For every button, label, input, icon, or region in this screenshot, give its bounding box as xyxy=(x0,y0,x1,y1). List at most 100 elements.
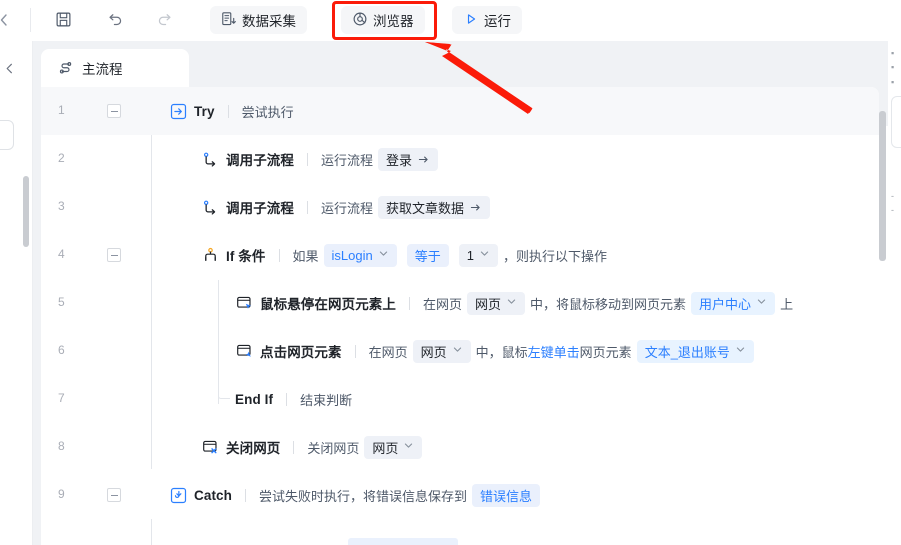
row-collapse-toggle[interactable] xyxy=(107,488,121,502)
close-webpage-icon xyxy=(201,438,219,456)
enter-arrow-icon xyxy=(469,201,482,214)
save-floppy-icon xyxy=(55,11,72,31)
description-text: 结束判断 xyxy=(300,392,353,408)
right-rail: ▪ ▪ ▪ -- xyxy=(879,41,901,545)
tab-main-flow[interactable]: 主流程 xyxy=(41,49,189,87)
description-text: 中，将鼠标移动到网页元素 xyxy=(530,296,687,312)
row-number: 3 xyxy=(58,199,65,213)
description-text: 在网页 xyxy=(368,344,408,360)
parameter-chip-label: 网页 xyxy=(475,296,502,312)
data-collect-label: 数据采集 xyxy=(242,14,296,29)
description-text: 在网页 xyxy=(423,296,463,312)
parameter-chip[interactable]: 网页 xyxy=(467,291,526,315)
description-text: ，则执行以下操作 xyxy=(502,248,607,264)
app-window: 数据采集 浏览器 运行 主流程 1 Try 尝试执行 2 调用子流程 运行流程 … xyxy=(0,0,901,545)
data-collect-button[interactable]: 数据采集 xyxy=(210,6,307,34)
left-panel-collapse-icon[interactable] xyxy=(3,62,16,75)
row-gutter: 8 xyxy=(41,423,131,471)
flow-row[interactable]: 1 Try 尝试执行 xyxy=(41,87,879,135)
node-separator xyxy=(307,152,308,166)
node-separator xyxy=(245,488,247,502)
flow-node-description: 尝试失败时执行，将错误信息保存到 错误信息 xyxy=(259,483,545,507)
flow-node-name: End If xyxy=(235,391,274,407)
flow-rows-panel: 1 Try 尝试执行 2 调用子流程 运行流程 登录 3 调用子流程 运行流程 获取文章数据 4 If … xyxy=(41,87,879,545)
parameter-chip[interactable]: 错误信息 xyxy=(472,483,541,507)
description-text: 关闭网页 xyxy=(307,440,360,456)
flow-node[interactable]: If 条件 如果 isLogin 等于 1 ，则执行以下操作 xyxy=(201,231,607,279)
flow-node-name: 点击网页元素 xyxy=(260,345,342,360)
flow-row[interactable]: 4 If 条件 如果 isLogin 等于 1 ，则执行以下操作 xyxy=(41,231,879,279)
parameter-chip[interactable]: 获取文章数据 xyxy=(378,195,491,219)
enter-arrow-icon xyxy=(417,153,430,166)
save-button[interactable] xyxy=(48,6,78,36)
redo-button[interactable] xyxy=(150,6,180,36)
row-number: 5 xyxy=(58,295,65,309)
run-button[interactable]: 运行 xyxy=(452,6,522,34)
parameter-chip[interactable]: 等于 xyxy=(406,243,449,267)
flow-vertical-scrollbar[interactable] xyxy=(879,111,886,261)
row-number: 9 xyxy=(58,487,65,501)
row-number: 1 xyxy=(58,103,65,117)
parameter-chip[interactable]: 1 xyxy=(458,243,498,267)
flow-node[interactable]: 调用子流程 运行流程 获取文章数据 xyxy=(201,183,495,231)
left-rail xyxy=(0,41,33,545)
tree-elbow-endif xyxy=(218,391,230,399)
toolbar-collapse-left-icon[interactable] xyxy=(0,12,12,28)
flow-node[interactable]: 关闭网页 关闭网页 网页 xyxy=(201,423,427,471)
undo-button[interactable] xyxy=(100,6,130,36)
flow-row[interactable]: 9 Catch 尝试失败时执行，将错误信息保存到 错误信息 xyxy=(41,471,879,519)
row-gutter: 7 xyxy=(41,375,131,423)
web-element-click-icon xyxy=(235,342,253,360)
flow-row[interactable]: 5 鼠标悬停在网页元素上 在网页 网页 中，将鼠标移动到网页元素 用户中心 上 xyxy=(41,279,879,327)
play-triangle-icon xyxy=(463,11,479,30)
row-collapse-toggle[interactable] xyxy=(107,248,121,262)
flow-node-name: Catch xyxy=(194,487,233,503)
flow-node[interactable]: Catch 尝试失败时执行，将错误信息保存到 错误信息 xyxy=(169,471,545,519)
run-label: 运行 xyxy=(484,14,511,29)
flow-node-description: 运行流程 获取文章数据 xyxy=(321,195,495,219)
flow-node[interactable]: 调用子流程 运行流程 登录 xyxy=(201,135,443,183)
flow-node-description: 如果 isLogin 等于 1 ，则执行以下操作 xyxy=(293,243,607,267)
flow-row[interactable]: 3 调用子流程 运行流程 获取文章数据 xyxy=(41,183,879,231)
parameter-chip-label: 1 xyxy=(466,247,474,263)
chevron-down-icon xyxy=(452,344,463,358)
parameter-chip[interactable]: 网页 xyxy=(412,339,471,363)
row-number: 6 xyxy=(58,343,65,357)
chevron-down-icon xyxy=(378,248,389,262)
flow-node[interactable]: 点击网页元素 在网页 网页 中，鼠标 左键单击 网页元素 文本_退出账号 xyxy=(235,327,759,375)
parameter-chip[interactable]: isLogin xyxy=(323,243,397,267)
flow-canvas: 主流程 1 Try 尝试执行 2 调用子流程 运行流程 登录 3 调用子流程 运行流程 获取文章数据… xyxy=(33,41,879,545)
parameter-chip[interactable]: 网页 xyxy=(364,435,423,459)
flow-node[interactable]: Try 尝试执行 xyxy=(169,87,294,135)
flow-node-name: 鼠标悬停在网页元素上 xyxy=(260,297,396,312)
tree-guide-catch xyxy=(151,519,152,545)
undo-arrow-icon xyxy=(106,11,124,32)
parameter-chip[interactable]: 用户中心 xyxy=(691,291,776,315)
flow-node[interactable]: 鼠标悬停在网页元素上 在网页 网页 中，将鼠标移动到网页元素 用户中心 上 xyxy=(235,279,793,327)
description-text: 运行流程 xyxy=(321,152,374,168)
browser-globe-icon xyxy=(352,11,368,30)
call-subflow-icon xyxy=(201,198,219,216)
row-number: 7 xyxy=(58,391,65,405)
left-panel-scrollbar[interactable] xyxy=(23,176,29,247)
browser-button[interactable]: 浏览器 xyxy=(341,6,425,34)
data-collect-icon xyxy=(221,11,237,30)
flow-row[interactable]: 2 调用子流程 运行流程 登录 xyxy=(41,135,879,183)
row-number: 4 xyxy=(58,247,65,261)
flow-row[interactable]: 6 点击网页元素 在网页 网页 中，鼠标 左键单击 网页元素 文本_退出账号 xyxy=(41,327,879,375)
catch-icon xyxy=(169,486,187,504)
description-link[interactable]: 左键单击 xyxy=(528,342,580,361)
parameter-chip-label: 错误信息 xyxy=(480,488,533,504)
flow-node-name: Try xyxy=(194,103,215,119)
parameter-chip[interactable]: 登录 xyxy=(378,147,439,171)
parameter-chip[interactable]: 文本_退出账号 xyxy=(636,339,754,363)
flow-node[interactable]: End If 结束判断 xyxy=(235,375,352,423)
flow-node-description: 尝试执行 xyxy=(242,102,294,121)
flow-row[interactable]: 8 关闭网页 关闭网页 网页 xyxy=(41,423,879,471)
description-text: 尝试执行 xyxy=(241,104,294,120)
flow-row[interactable]: 7 End If 结束判断 xyxy=(41,375,879,423)
parameter-chip-label: 网页 xyxy=(372,440,399,456)
flow-node-description: 在网页 网页 中，将鼠标移动到网页元素 用户中心 上 xyxy=(423,291,793,315)
row-collapse-toggle[interactable] xyxy=(107,104,121,118)
web-element-hover-icon xyxy=(235,294,253,312)
